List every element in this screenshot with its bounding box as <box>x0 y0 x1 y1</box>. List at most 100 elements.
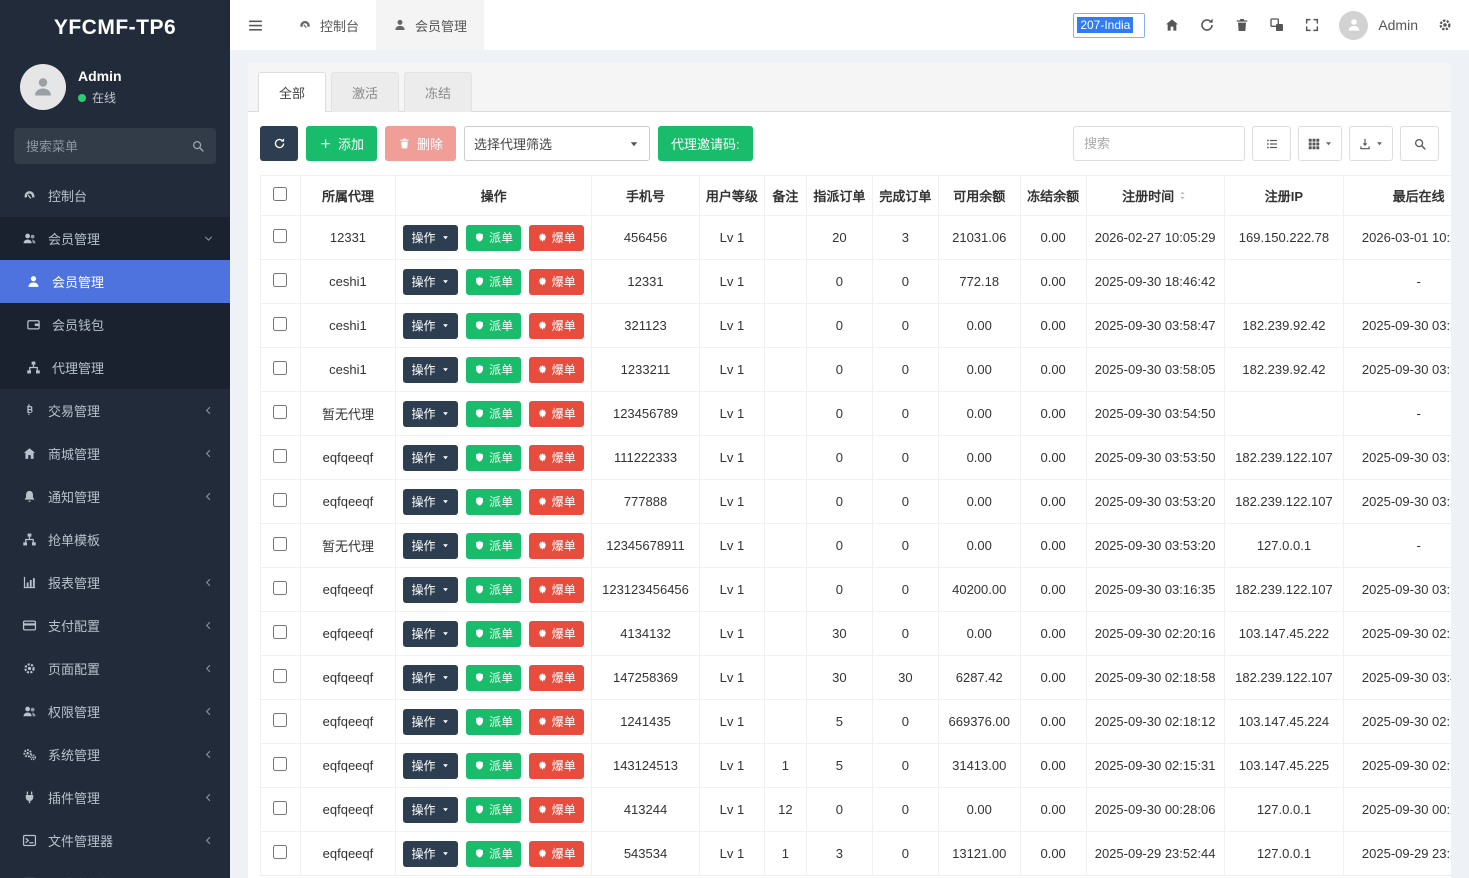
sidebar-item[interactable]: 在线命令管理 <box>0 862 230 878</box>
row-dispatch-button[interactable]: 派单 <box>466 620 522 647</box>
row-operate-button[interactable]: 操作 <box>403 444 459 471</box>
row-burst-button[interactable]: 爆单 <box>528 488 584 515</box>
row-operate-button[interactable]: 操作 <box>403 576 459 603</box>
row-burst-button[interactable]: 爆单 <box>528 620 584 647</box>
sidebar-item[interactable]: 控制台 <box>0 174 230 217</box>
row-burst-button[interactable]: 爆单 <box>528 576 584 603</box>
row-checkbox[interactable] <box>273 801 288 815</box>
clear-cache-button[interactable] <box>1234 17 1250 33</box>
sidebar-item[interactable]: 通知管理 <box>0 475 230 518</box>
row-dispatch-button[interactable]: 派单 <box>466 400 522 427</box>
sidebar-item[interactable]: 交易管理 <box>0 389 230 432</box>
row-burst-button[interactable]: 爆单 <box>528 224 584 251</box>
sidebar-item[interactable]: 系统管理 <box>0 733 230 776</box>
row-checkbox[interactable] <box>273 449 288 463</box>
sidebar-item[interactable]: 商城管理 <box>0 432 230 475</box>
row-burst-button[interactable]: 爆单 <box>528 840 584 867</box>
row-burst-button[interactable]: 爆单 <box>528 796 584 823</box>
tab-activated[interactable]: 激活 <box>331 72 400 112</box>
tab-frozen[interactable]: 冻结 <box>404 72 473 112</box>
row-dispatch-button[interactable]: 派单 <box>466 796 522 823</box>
row-checkbox[interactable] <box>273 537 288 551</box>
home-button[interactable] <box>1164 17 1180 33</box>
row-operate-button[interactable]: 操作 <box>403 488 459 515</box>
row-checkbox[interactable] <box>273 229 288 243</box>
row-operate-button[interactable]: 操作 <box>403 312 459 339</box>
row-dispatch-button[interactable]: 派单 <box>466 444 522 471</box>
row-checkbox[interactable] <box>273 361 288 375</box>
search-button[interactable] <box>1400 126 1439 161</box>
row-checkbox[interactable] <box>273 845 288 859</box>
fullscreen-button[interactable] <box>1304 17 1320 33</box>
row-operate-button[interactable]: 操作 <box>403 664 459 691</box>
columns-button[interactable] <box>1298 126 1342 161</box>
agent-filter-select[interactable]: 选择代理筛选 <box>464 126 651 161</box>
row-dispatch-button[interactable]: 派单 <box>466 708 522 735</box>
row-burst-button[interactable]: 爆单 <box>528 312 584 339</box>
menu-search-input[interactable] <box>14 128 216 164</box>
row-checkbox[interactable] <box>273 581 288 595</box>
tab-all[interactable]: 全部 <box>258 72 327 112</box>
delete-button[interactable]: 删除 <box>385 126 457 161</box>
row-burst-button[interactable]: 爆单 <box>528 356 584 383</box>
row-operate-button[interactable]: 操作 <box>403 400 459 427</box>
row-operate-button[interactable]: 操作 <box>403 356 459 383</box>
row-checkbox[interactable] <box>273 273 288 287</box>
row-operate-button[interactable]: 操作 <box>403 796 459 823</box>
row-burst-button[interactable]: 爆单 <box>528 268 584 295</box>
row-checkbox[interactable] <box>273 317 288 331</box>
row-operate-button[interactable]: 操作 <box>403 752 459 779</box>
row-checkbox[interactable] <box>273 713 288 727</box>
sidebar-item[interactable]: 文件管理器 <box>0 819 230 862</box>
row-operate-button[interactable]: 操作 <box>403 224 459 251</box>
row-dispatch-button[interactable]: 派单 <box>466 268 522 295</box>
row-operate-button[interactable]: 操作 <box>403 620 459 647</box>
row-burst-button[interactable]: 爆单 <box>528 708 584 735</box>
export-button[interactable] <box>1349 126 1393 161</box>
settings-button[interactable] <box>1437 17 1453 33</box>
row-burst-button[interactable]: 爆单 <box>528 444 584 471</box>
add-button[interactable]: 添加 <box>306 126 378 161</box>
topnav-tab-console[interactable]: 控制台 <box>281 0 377 50</box>
list-view-button[interactable] <box>1252 126 1291 161</box>
row-burst-button[interactable]: 爆单 <box>528 664 584 691</box>
topbar-user-name[interactable]: Admin <box>1378 17 1418 33</box>
col-reg-time[interactable]: 注册时间 <box>1085 175 1225 216</box>
sidebar-item[interactable]: 会员钱包 <box>0 303 230 346</box>
row-operate-button[interactable]: 操作 <box>403 708 459 735</box>
row-dispatch-button[interactable]: 派单 <box>466 840 522 867</box>
row-checkbox[interactable] <box>273 757 288 771</box>
table-search-input[interactable] <box>1073 126 1245 161</box>
topnav-tab-members[interactable]: 会员管理 <box>376 0 485 50</box>
sidebar-toggle-button[interactable] <box>230 0 281 50</box>
row-dispatch-button[interactable]: 派单 <box>466 312 522 339</box>
sidebar-item[interactable]: 报表管理 <box>0 561 230 604</box>
row-dispatch-button[interactable]: 派单 <box>466 664 522 691</box>
sidebar-item[interactable]: 权限管理 <box>0 690 230 733</box>
row-dispatch-button[interactable]: 派单 <box>466 532 522 559</box>
row-checkbox[interactable] <box>273 625 288 639</box>
sidebar-item[interactable]: 会员管理 <box>0 260 230 303</box>
invite-code-button[interactable]: 代理邀请码: <box>658 126 753 161</box>
row-dispatch-button[interactable]: 派单 <box>466 752 522 779</box>
row-dispatch-button[interactable]: 派单 <box>466 576 522 603</box>
refresh-page-button[interactable] <box>1199 17 1215 33</box>
avatar[interactable] <box>20 64 66 110</box>
row-checkbox[interactable] <box>273 493 288 507</box>
row-checkbox[interactable] <box>273 405 288 419</box>
row-dispatch-button[interactable]: 派单 <box>466 356 522 383</box>
row-operate-button[interactable]: 操作 <box>403 532 459 559</box>
refresh-table-button[interactable] <box>260 126 298 161</box>
sidebar-item[interactable]: 抢单模板 <box>0 518 230 561</box>
sidebar-item[interactable]: 会员管理 <box>0 217 230 260</box>
sidebar-item[interactable]: 代理管理 <box>0 346 230 389</box>
row-dispatch-button[interactable]: 派单 <box>466 224 522 251</box>
language-button[interactable] <box>1269 17 1285 33</box>
sidebar-item[interactable]: 页面配置 <box>0 647 230 690</box>
row-operate-button[interactable]: 操作 <box>403 268 459 295</box>
sidebar-item[interactable]: 插件管理 <box>0 776 230 819</box>
row-burst-button[interactable]: 爆单 <box>528 400 584 427</box>
row-checkbox[interactable] <box>273 669 288 683</box>
row-burst-button[interactable]: 爆单 <box>528 532 584 559</box>
row-burst-button[interactable]: 爆单 <box>528 752 584 779</box>
